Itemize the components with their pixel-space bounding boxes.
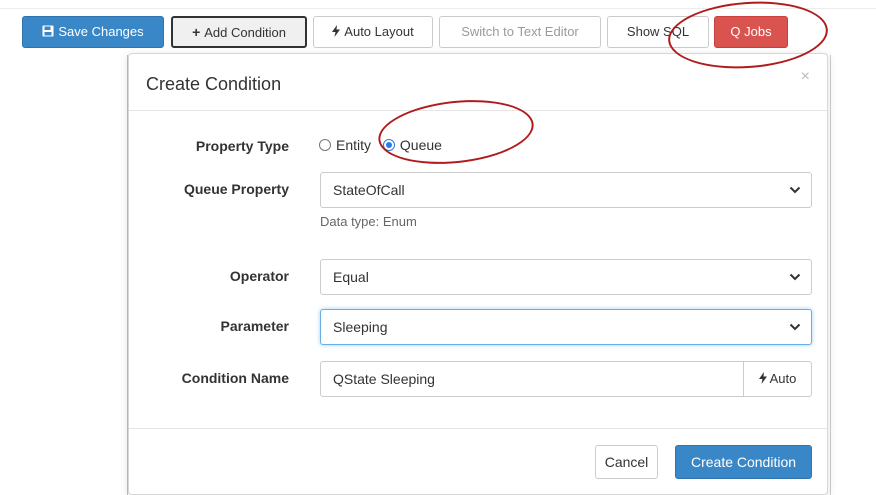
q-jobs-button[interactable]: Q Jobs [714, 16, 788, 48]
app-stage: Save Changes + Add Condition Auto Layout … [0, 0, 876, 495]
chevron-down-icon [789, 260, 801, 294]
bolt-icon [332, 17, 341, 47]
auto-layout-label: Auto Layout [344, 24, 414, 39]
show-sql-button[interactable]: Show SQL [607, 16, 709, 48]
operator-select[interactable]: Equal [320, 259, 812, 295]
parameter-label: Parameter [220, 318, 290, 334]
radio-queue[interactable] [382, 139, 395, 152]
condition-name-input[interactable]: QState Sleeping [320, 361, 744, 397]
radio-entity-label: Entity [336, 137, 372, 154]
chevron-down-icon [789, 310, 801, 344]
queue-property-label: Queue Property [183, 181, 289, 197]
condition-name-label: Condition Name [181, 370, 289, 386]
switch-text-editor-button[interactable]: Switch to Text Editor [439, 16, 601, 48]
data-type-help: Data type: Enum [320, 214, 417, 229]
top-divider [0, 8, 876, 9]
close-icon[interactable]: × [801, 68, 810, 86]
q-jobs-label: Q Jobs [730, 24, 772, 39]
parameter-select[interactable]: Sleeping [320, 309, 812, 345]
cancel-button[interactable]: Cancel [595, 445, 658, 479]
plus-icon: + [192, 24, 201, 40]
auto-name-button[interactable]: Auto [743, 361, 812, 397]
auto-layout-button[interactable]: Auto Layout [313, 16, 433, 48]
modal-footer-divider [129, 428, 827, 429]
condition-name-group: QState Sleeping Auto [320, 361, 812, 397]
add-condition-label: Add Condition [204, 25, 286, 40]
add-condition-button[interactable]: + Add Condition [171, 16, 307, 48]
modal-header: Create Condition × [129, 54, 827, 111]
radio-queue-label: Queue [399, 137, 442, 154]
chevron-down-icon [789, 173, 801, 207]
switch-text-editor-label: Switch to Text Editor [461, 24, 579, 39]
queue-property-select[interactable]: StateOfCall [320, 172, 812, 208]
backdrop-edge-right [830, 55, 831, 495]
save-changes-button[interactable]: Save Changes [22, 16, 164, 48]
bolt-icon [758, 371, 770, 386]
create-condition-modal: Create Condition × Property Type Entity … [128, 53, 828, 495]
auto-name-label: Auto [769, 371, 797, 386]
property-type-radio-group: Entity Queue [319, 136, 450, 153]
queue-property-value: StateOfCall [333, 182, 405, 198]
parameter-value: Sleeping [333, 319, 388, 335]
create-condition-button[interactable]: Create Condition [675, 445, 812, 479]
radio-entity[interactable] [319, 139, 331, 152]
show-sql-label: Show SQL [626, 24, 690, 39]
operator-value: Equal [333, 269, 369, 285]
save-changes-label: Save Changes [58, 24, 144, 39]
floppy-disk-icon [42, 17, 54, 47]
operator-label: Operator [229, 268, 289, 284]
modal-title: Create Condition [146, 74, 282, 94]
property-type-label: Property Type [195, 138, 289, 154]
